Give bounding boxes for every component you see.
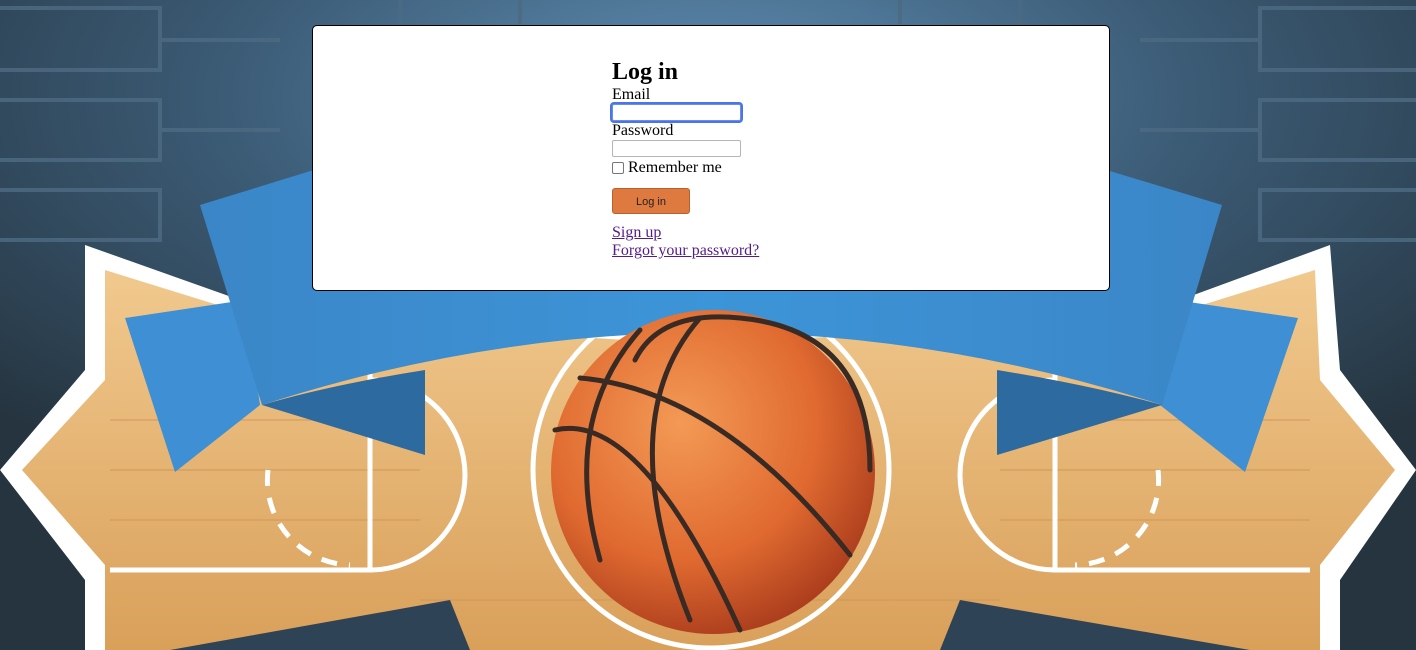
login-card: Log in Email Password Remember me Log in…	[312, 25, 1110, 291]
password-field[interactable]	[612, 140, 741, 157]
remember-me-checkbox[interactable]	[612, 162, 624, 174]
sign-up-link[interactable]: Sign up	[612, 224, 872, 242]
email-label: Email	[612, 86, 651, 103]
basketball-icon	[551, 310, 875, 634]
page-title: Log in	[612, 59, 679, 85]
auth-links: Sign up Forgot your password?	[612, 224, 872, 260]
login-button[interactable]: Log in	[612, 188, 690, 214]
remember-me-row: Remember me	[612, 158, 872, 178]
login-page: Log in Email Password Remember me Log in…	[0, 0, 1416, 650]
login-form: Log in Email Password Remember me Log in…	[612, 58, 872, 260]
remember-me-label: Remember me	[628, 159, 722, 176]
email-field[interactable]	[612, 104, 741, 121]
forgot-password-link[interactable]: Forgot your password?	[612, 242, 872, 260]
password-label: Password	[612, 122, 674, 139]
